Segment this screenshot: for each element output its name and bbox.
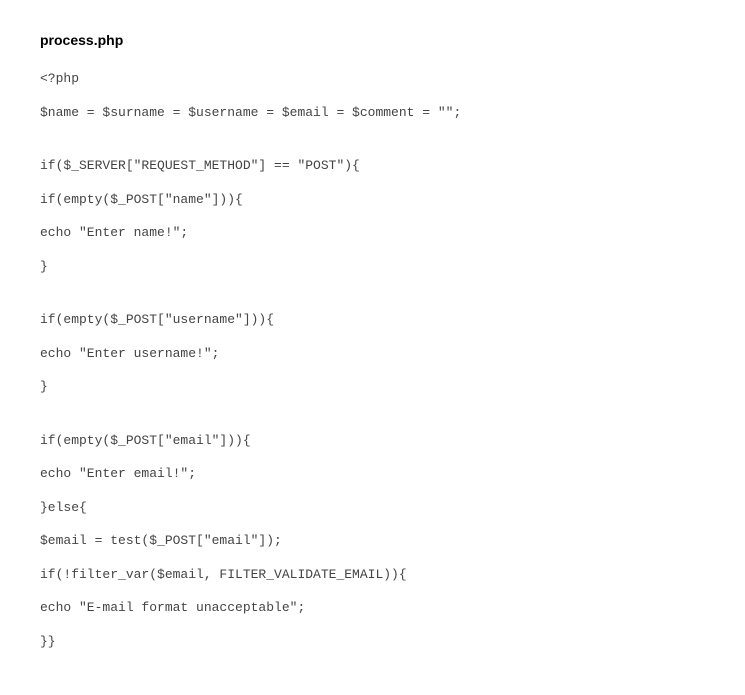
code-line: }else{ bbox=[40, 498, 705, 518]
code-line: if(empty($_POST["email"])){ bbox=[40, 431, 705, 451]
code-line: $name = $surname = $username = $email = … bbox=[40, 103, 705, 123]
code-line: if(!filter_var($email, FILTER_VALIDATE_E… bbox=[40, 565, 705, 585]
code-line: if(empty($_POST["username"])){ bbox=[40, 310, 705, 330]
code-line: echo "Enter username!"; bbox=[40, 344, 705, 364]
code-line: if($_SERVER["REQUEST_METHOD"] == "POST")… bbox=[40, 156, 705, 176]
code-line: echo "Enter name!"; bbox=[40, 223, 705, 243]
file-name-heading: process.php bbox=[40, 30, 705, 51]
code-line: } bbox=[40, 257, 705, 277]
code-line: <?php bbox=[40, 69, 705, 89]
code-line: echo "Enter email!"; bbox=[40, 464, 705, 484]
blank-line bbox=[40, 411, 705, 431]
blank-line bbox=[40, 290, 705, 310]
code-line: if(empty($_POST["name"])){ bbox=[40, 190, 705, 210]
blank-line bbox=[40, 136, 705, 156]
code-line: } bbox=[40, 377, 705, 397]
code-line: $email = test($_POST["email"]); bbox=[40, 531, 705, 551]
code-line: echo "E-mail format unacceptable"; bbox=[40, 598, 705, 618]
code-line: }} bbox=[40, 632, 705, 652]
